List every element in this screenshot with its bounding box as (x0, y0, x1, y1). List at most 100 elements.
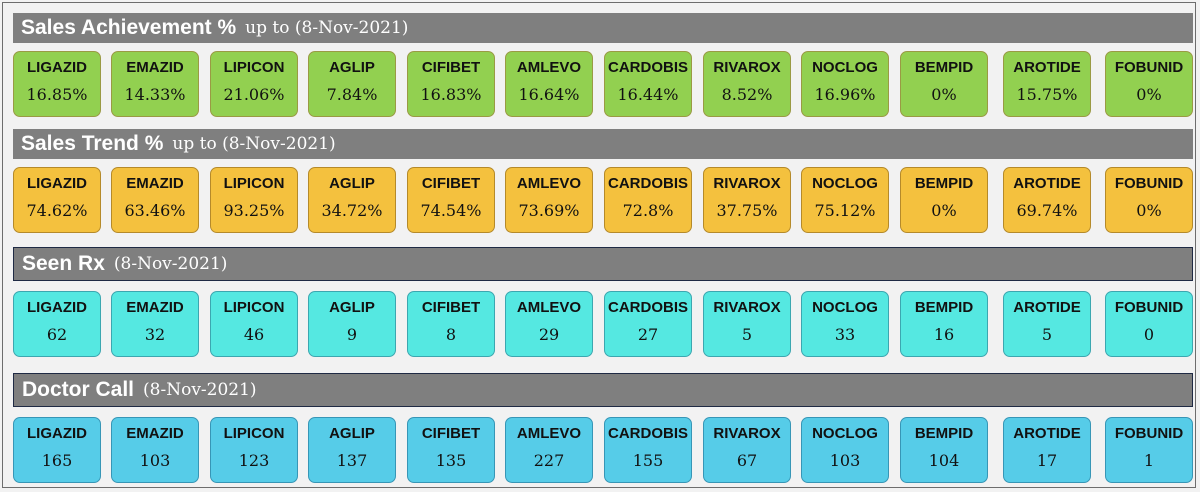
tile-name: AMLEVO (516, 175, 582, 192)
tile-fobunid[interactable]: FOBUNID 1 (1105, 417, 1193, 483)
tile-noclog[interactable]: NOCLOG 103 (801, 417, 889, 483)
section-title: Doctor Call (22, 378, 135, 401)
tile-value: 0% (931, 201, 957, 220)
tile-amlevo[interactable]: AMLEVO 227 (505, 417, 593, 483)
tile-bempid[interactable]: BEMPID 16 (900, 291, 988, 357)
tile-name: CARDOBIS (607, 425, 688, 442)
tile-value: 1 (1143, 451, 1155, 470)
tile-fobunid[interactable]: FOBUNID 0% (1105, 167, 1193, 233)
tile-lipicon[interactable]: LIPICON 46 (210, 291, 298, 357)
tile-aglip[interactable]: AGLIP 137 (308, 417, 396, 483)
tile-bempid[interactable]: BEMPID 0% (900, 167, 988, 233)
tile-emazid[interactable]: EMAZID 103 (111, 417, 199, 483)
sales-trend-tiles: LIGAZID 74.62% EMAZID 63.46% LIPICON 93.25%… (13, 159, 1193, 235)
tile-value: 27 (637, 325, 659, 344)
tile-value: 0 (1143, 325, 1155, 344)
tile-amlevo[interactable]: AMLEVO 16.64% (505, 51, 593, 117)
tile-bempid[interactable]: BEMPID 0% (900, 51, 988, 117)
tile-name: RIVAROX (713, 425, 781, 442)
doctor-call-tiles: LIGAZID 165 EMAZID 103 LIPICON 123 AGLIP 137… (13, 407, 1193, 483)
tile-arotide[interactable]: AROTIDE 15.75% (1003, 51, 1091, 117)
tile-noclog[interactable]: NOCLOG 33 (801, 291, 889, 357)
tile-name: AGLIP (329, 425, 375, 442)
tile-rivarox[interactable]: RIVAROX 8.52% (703, 51, 791, 117)
sales-achievement-section: Sales Achievement % up to (8-Nov-2021) L… (13, 13, 1193, 119)
tile-value: 46 (243, 325, 265, 344)
tile-cifibet[interactable]: CIFIBET 8 (407, 291, 495, 357)
tile-value: 93.25% (223, 201, 285, 220)
tile-name: AGLIP (329, 299, 375, 316)
tile-emazid[interactable]: EMAZID 63.46% (111, 167, 199, 233)
tile-name: NOCLOG (812, 299, 878, 316)
tile-rivarox[interactable]: RIVAROX 5 (703, 291, 791, 357)
tile-value: 137 (336, 451, 368, 470)
tile-value: 72.8% (622, 201, 674, 220)
tile-name: LIGAZID (27, 59, 87, 76)
section-title: Seen Rx (22, 252, 105, 275)
tile-value: 0% (931, 85, 957, 104)
tile-rivarox[interactable]: RIVAROX 37.75% (703, 167, 791, 233)
tile-value: 74.62% (26, 201, 88, 220)
tile-name: BEMPID (914, 175, 974, 192)
seen-rx-tiles: LIGAZID 62 EMAZID 32 LIPICON 46 AGLIP 9 CIFI… (13, 281, 1193, 357)
tile-name: AROTIDE (1013, 425, 1081, 442)
tile-lipicon[interactable]: LIPICON 93.25% (210, 167, 298, 233)
tile-name: FOBUNID (1114, 175, 1184, 192)
tile-name: LIPICON (223, 299, 285, 316)
tile-cardobis[interactable]: CARDOBIS 16.44% (604, 51, 692, 117)
tile-value: 21.06% (223, 85, 285, 104)
tile-cardobis[interactable]: CARDOBIS 72.8% (604, 167, 692, 233)
tile-name: RIVAROX (713, 59, 781, 76)
tile-value: 73.69% (518, 201, 580, 220)
tile-name: LIPICON (223, 59, 285, 76)
tile-ligazid[interactable]: LIGAZID 62 (13, 291, 101, 357)
tile-name: CIFIBET (421, 175, 481, 192)
tile-cifibet[interactable]: CIFIBET 16.83% (407, 51, 495, 117)
tile-arotide[interactable]: AROTIDE 69.74% (1003, 167, 1091, 233)
tile-name: LIGAZID (27, 425, 87, 442)
tile-name: EMAZID (126, 175, 184, 192)
tile-name: RIVAROX (713, 299, 781, 316)
tile-fobunid[interactable]: FOBUNID 0% (1105, 51, 1193, 117)
tile-arotide[interactable]: AROTIDE 5 (1003, 291, 1091, 357)
tile-aglip[interactable]: AGLIP 34.72% (308, 167, 396, 233)
tile-bempid[interactable]: BEMPID 104 (900, 417, 988, 483)
tile-ligazid[interactable]: LIGAZID 16.85% (13, 51, 101, 117)
tile-cardobis[interactable]: CARDOBIS 27 (604, 291, 692, 357)
tile-rivarox[interactable]: RIVAROX 67 (703, 417, 791, 483)
tile-name: NOCLOG (812, 175, 878, 192)
tile-name: NOCLOG (812, 425, 878, 442)
tile-emazid[interactable]: EMAZID 32 (111, 291, 199, 357)
tile-name: CARDOBIS (607, 299, 688, 316)
tile-value: 69.74% (1016, 201, 1078, 220)
tile-aglip[interactable]: AGLIP 9 (308, 291, 396, 357)
tile-value: 0% (1136, 201, 1162, 220)
tile-cifibet[interactable]: CIFIBET 135 (407, 417, 495, 483)
tile-name: LIPICON (223, 425, 285, 442)
tile-value: 63.46% (124, 201, 186, 220)
tile-noclog[interactable]: NOCLOG 16.96% (801, 51, 889, 117)
tile-ligazid[interactable]: LIGAZID 74.62% (13, 167, 101, 233)
tile-lipicon[interactable]: LIPICON 21.06% (210, 51, 298, 117)
tile-fobunid[interactable]: FOBUNID 0 (1105, 291, 1193, 357)
tile-aglip[interactable]: AGLIP 7.84% (308, 51, 396, 117)
tile-value: 29 (538, 325, 560, 344)
tile-lipicon[interactable]: LIPICON 123 (210, 417, 298, 483)
tile-name: AMLEVO (516, 425, 582, 442)
tile-ligazid[interactable]: LIGAZID 165 (13, 417, 101, 483)
tile-noclog[interactable]: NOCLOG 75.12% (801, 167, 889, 233)
tile-value: 62 (46, 325, 68, 344)
tile-cardobis[interactable]: CARDOBIS 155 (604, 417, 692, 483)
tile-emazid[interactable]: EMAZID 14.33% (111, 51, 199, 117)
tile-amlevo[interactable]: AMLEVO 73.69% (505, 167, 593, 233)
tile-name: CARDOBIS (607, 59, 688, 76)
tile-name: CIFIBET (421, 425, 481, 442)
tile-amlevo[interactable]: AMLEVO 29 (505, 291, 593, 357)
tile-name: EMAZID (126, 59, 184, 76)
section-title: Sales Achievement % (21, 16, 237, 39)
tile-arotide[interactable]: AROTIDE 17 (1003, 417, 1091, 483)
doctor-call-header: Doctor Call (8-Nov-2021) (13, 373, 1193, 407)
tile-name: AMLEVO (516, 59, 582, 76)
tile-cifibet[interactable]: CIFIBET 74.54% (407, 167, 495, 233)
tile-name: CIFIBET (421, 299, 481, 316)
